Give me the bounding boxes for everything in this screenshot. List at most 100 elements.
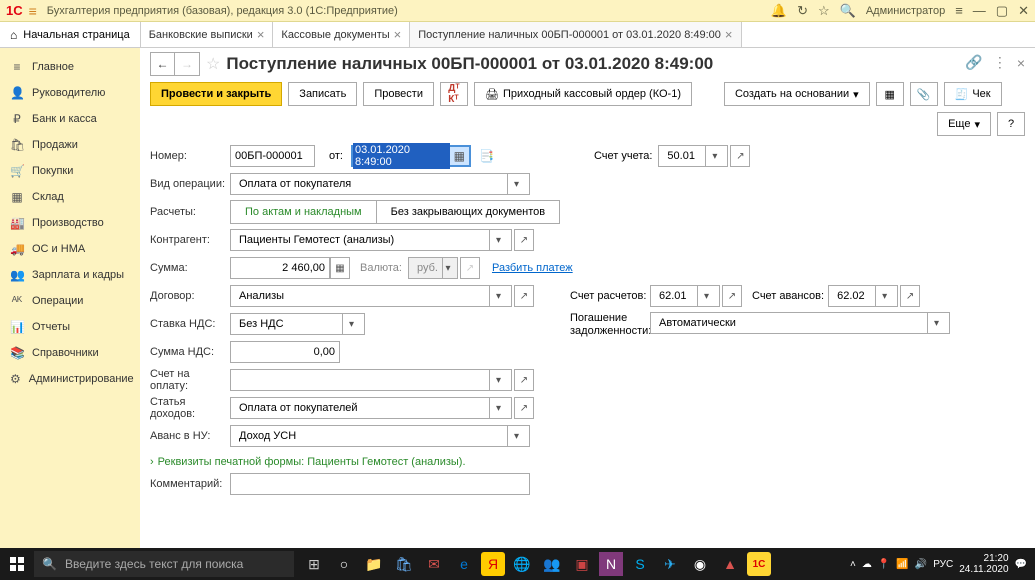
split-payment-link[interactable]: Разбить платеж	[492, 262, 573, 274]
task-view-icon[interactable]: ⊞	[300, 548, 328, 580]
maximize-icon[interactable]: ▢	[996, 3, 1008, 19]
sidebar-item-bank[interactable]: ₽Банк и касса	[0, 106, 140, 132]
tray-onedrive-icon[interactable]: ☁	[862, 559, 872, 570]
date-field[interactable]: 03.01.2020 8:49:00 ▦	[351, 145, 471, 167]
close-icon[interactable]: ✕	[1018, 3, 1029, 19]
sidebar-item-main[interactable]: ≡Главное	[0, 54, 140, 80]
tab-receipt[interactable]: Поступление наличных 00БП-000001 от 03.0…	[410, 22, 741, 47]
adobe-icon[interactable]: ▲	[716, 548, 744, 580]
telegram-icon[interactable]: ✈	[656, 548, 684, 580]
tab-close-icon[interactable]: ×	[394, 27, 402, 42]
chrome-icon[interactable]: 🌐	[508, 548, 536, 580]
sidebar-item-purchases[interactable]: 🛒Покупки	[0, 158, 140, 184]
sidebar-item-production[interactable]: 🏭Производство	[0, 210, 140, 236]
tab-close-icon[interactable]: ×	[725, 27, 733, 42]
calc-acct-combo[interactable]: 62.01 ▾	[650, 285, 720, 307]
print-order-button[interactable]: 🖨Приходный кассовый ордер (КО-1)	[474, 82, 692, 106]
mail-icon[interactable]: ✉	[420, 548, 448, 580]
close-page-icon[interactable]: ×	[1017, 55, 1025, 71]
settings-icon[interactable]: ≡	[955, 3, 963, 18]
tray-location-icon[interactable]: 📍	[878, 559, 890, 570]
history-icon[interactable]: ↻	[797, 3, 808, 19]
taskbar-search[interactable]: 🔍 Введите здесь текст для поиска	[34, 551, 294, 577]
minimize-icon[interactable]: —	[973, 3, 986, 18]
counterparty-combo[interactable]: Пациенты Гемотест (анализы) ▾	[230, 229, 512, 251]
chevron-down-icon[interactable]: ▾	[489, 370, 507, 390]
chevron-down-icon[interactable]: ▾	[489, 398, 507, 418]
onenote-icon[interactable]: N	[599, 552, 623, 576]
calc-button[interactable]: ▦	[330, 257, 350, 279]
tray-volume-icon[interactable]: 🔊	[915, 559, 927, 570]
calc-no-docs-button[interactable]: Без закрывающих документов	[377, 200, 561, 224]
tab-home[interactable]: ⌂ Начальная страница	[0, 22, 141, 47]
chevron-down-icon[interactable]: ▾	[507, 426, 525, 446]
user-label[interactable]: Администратор	[866, 5, 945, 17]
star-icon[interactable]: ☆	[818, 3, 830, 19]
calendar-icon[interactable]: ▦	[450, 149, 469, 163]
bell-icon[interactable]: 🔔	[771, 3, 787, 19]
tray-chevron-icon[interactable]: ˄	[850, 559, 856, 570]
menu-dots-icon[interactable]: ⋮	[993, 54, 1007, 71]
steam-icon[interactable]: ◉	[686, 548, 714, 580]
open-counterparty-button[interactable]: ↗	[514, 229, 534, 251]
attach-button[interactable]: 📎	[910, 82, 938, 106]
tray-wifi-icon[interactable]: 📶	[896, 559, 908, 570]
chevron-down-icon[interactable]: ▾	[705, 146, 723, 166]
link-icon[interactable]: 🔗	[965, 54, 982, 71]
help-button[interactable]: ?	[997, 112, 1025, 136]
dtkt-button[interactable]: ДᵀКᵀ	[440, 82, 468, 106]
open-account-button[interactable]: ↗	[730, 145, 750, 167]
cortana-icon[interactable]: ○	[330, 548, 358, 580]
sidebar-item-admin[interactable]: ⚙Администрирование	[0, 366, 140, 392]
chevron-down-icon[interactable]: ▾	[927, 313, 945, 333]
sidebar-item-sales[interactable]: 🛍Продажи	[0, 132, 140, 158]
create-based-button[interactable]: Создать на основании▾	[724, 82, 870, 106]
chevron-down-icon[interactable]: ▾	[489, 286, 507, 306]
sidebar-item-assets[interactable]: 🚚ОС и НМА	[0, 236, 140, 262]
optype-combo[interactable]: Оплата от покупателя ▾	[230, 173, 530, 195]
vat-sum-field[interactable]	[230, 341, 340, 363]
sidebar-item-warehouse[interactable]: ▦Склад	[0, 184, 140, 210]
debt-combo[interactable]: Автоматически ▾	[650, 312, 950, 334]
requisites-link[interactable]: › Реквизиты печатной формы: Пациенты Гем…	[150, 452, 1025, 472]
post-close-button[interactable]: Провести и закрыть	[150, 82, 282, 106]
vat-rate-combo[interactable]: Без НДС ▾	[230, 313, 365, 335]
tab-bank[interactable]: Банковские выписки ×	[141, 22, 274, 47]
explorer-icon[interactable]: 📁	[360, 548, 388, 580]
start-button[interactable]	[0, 548, 34, 580]
more-button[interactable]: Еще▾	[937, 112, 991, 136]
chevron-down-icon[interactable]: ▾	[875, 286, 893, 306]
open-contract-button[interactable]: ↗	[514, 285, 534, 307]
1c-icon[interactable]: 1C	[747, 552, 771, 576]
favorite-icon[interactable]: ☆	[206, 54, 220, 74]
chevron-down-icon[interactable]: ▾	[342, 314, 360, 334]
sidebar-item-manager[interactable]: 👤Руководителю	[0, 80, 140, 106]
menu-icon[interactable]: ≡	[29, 3, 37, 19]
open-payacct-button[interactable]: ↗	[514, 369, 534, 391]
stamp-icon[interactable]: 📑	[479, 149, 494, 163]
contract-combo[interactable]: Анализы ▾	[230, 285, 512, 307]
check-button[interactable]: 🧾Чек	[944, 82, 1002, 106]
sidebar-item-reports[interactable]: 📊Отчеты	[0, 314, 140, 340]
struct-button[interactable]: ▦	[876, 82, 904, 106]
tab-cash[interactable]: Кассовые документы ×	[273, 22, 410, 47]
yandex-icon[interactable]: Я	[481, 552, 505, 576]
skype-icon[interactable]: S	[626, 548, 654, 580]
comment-field[interactable]	[230, 473, 530, 495]
app-icon[interactable]: ▣	[568, 548, 596, 580]
number-field[interactable]	[230, 145, 315, 167]
sidebar-item-references[interactable]: 📚Справочники	[0, 340, 140, 366]
nav-forward-button[interactable]: →	[175, 53, 199, 75]
open-calc-acct-button[interactable]: ↗	[722, 285, 742, 307]
sum-field[interactable]	[230, 257, 330, 279]
account-combo[interactable]: 50.01 ▾	[658, 145, 728, 167]
tray-notifications-icon[interactable]: 💬	[1015, 559, 1027, 570]
nav-back-button[interactable]: ←	[151, 53, 175, 75]
sidebar-item-operations[interactable]: ᴬᴷОперации	[0, 288, 140, 314]
chevron-down-icon[interactable]: ▾	[489, 230, 507, 250]
tray-lang[interactable]: РУС	[933, 559, 953, 570]
tab-close-icon[interactable]: ×	[257, 27, 265, 42]
advance-combo[interactable]: Доход УСН ▾	[230, 425, 530, 447]
open-income-button[interactable]: ↗	[514, 397, 534, 419]
calc-by-acts-button[interactable]: По актам и накладным	[230, 200, 377, 224]
